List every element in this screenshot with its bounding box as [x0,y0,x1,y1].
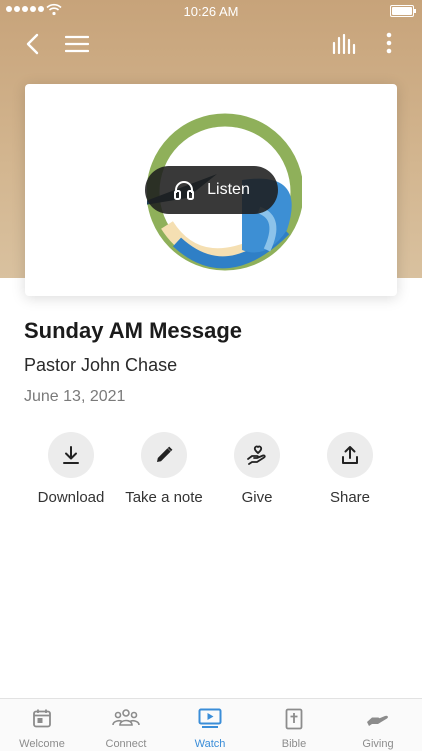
share-icon-circle [327,432,373,478]
hand-icon [367,715,388,726]
share-icon [342,446,358,464]
share-button[interactable]: Share [295,432,405,506]
give-icon-circle [234,432,280,478]
audio-bars-icon [332,34,356,54]
tab-bible-label: Bible [281,738,307,750]
tab-giving[interactable]: Giving [336,699,420,751]
people-icon [112,709,140,726]
tab-connect-label: Connect [105,738,147,750]
tab-watch[interactable]: Watch [168,699,252,751]
share-label: Share [329,489,371,506]
status-bar: 10:26 AM [0,0,422,22]
tab-welcome-label: Welcome [19,738,65,750]
tab-bar: Welcome Connect Watch Bible Giving [0,698,422,751]
message-speaker: Pastor John Chase [24,355,178,375]
message-date: June 13, 2021 [24,388,126,405]
audio-levels-button[interactable] [331,32,357,56]
download-icon-circle [48,432,94,478]
give-heart-hand-icon [247,445,266,465]
play-screen-icon [198,708,222,728]
battery-icon [390,5,416,17]
take-note-icon-circle [141,432,187,478]
listen-label: Listen [207,181,250,198]
calendar-icon [33,709,51,728]
tab-connect[interactable]: Connect [84,699,168,751]
tab-giving-label: Giving [362,738,394,750]
listen-button[interactable]: Listen [145,166,278,214]
back-button[interactable] [20,32,44,56]
download-icon [63,446,79,464]
menu-button[interactable] [64,33,90,55]
status-time: 10:26 AM [183,4,239,19]
tab-welcome[interactable]: Welcome [0,699,84,751]
pencil-icon [157,446,173,462]
more-vertical-icon [386,32,392,54]
headphones-icon [174,181,195,200]
tab-bible[interactable]: Bible [252,699,336,751]
hamburger-icon [65,35,89,53]
bible-icon [285,708,303,730]
chevron-left-icon [26,33,39,55]
tab-watch-label: Watch [194,738,226,750]
message-title: Sunday AM Message [24,318,243,343]
media-card[interactable]: Listen [25,84,397,296]
more-options-button[interactable] [378,30,400,56]
